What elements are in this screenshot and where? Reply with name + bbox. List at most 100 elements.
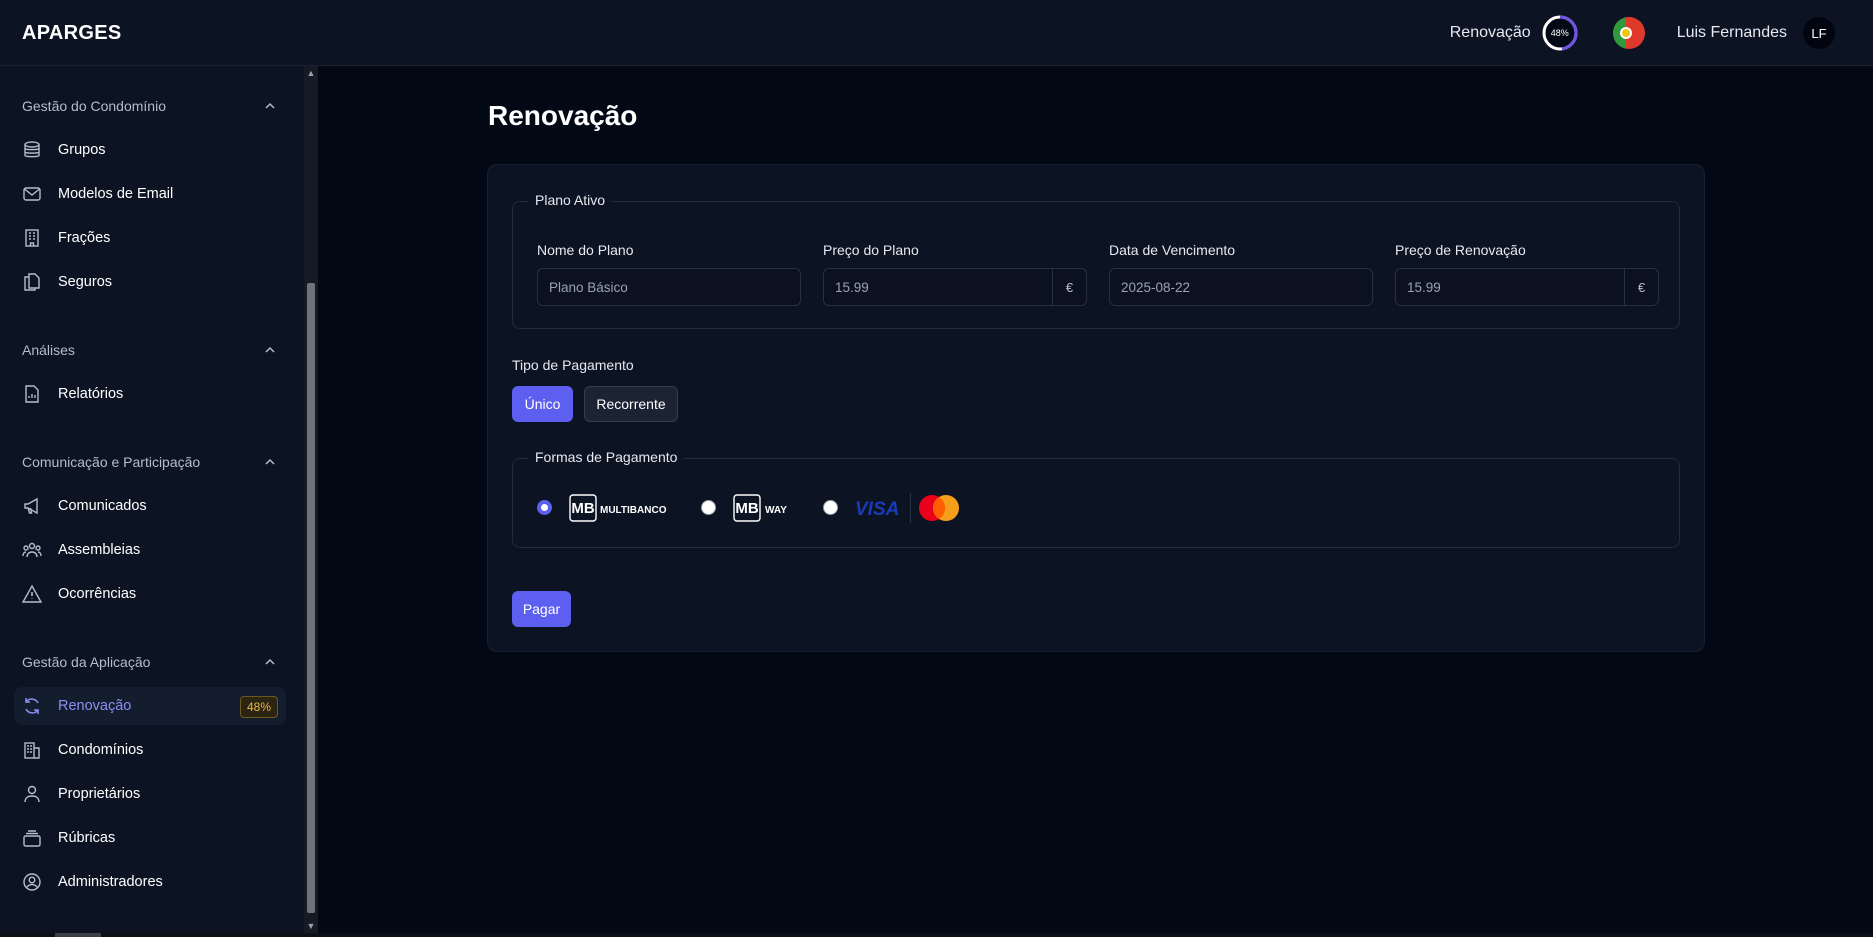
section-gestao-aplicacao[interactable]: Gestão da Aplicação [22, 654, 276, 670]
page-title: Renovação [488, 100, 638, 131]
visa-logo-icon[interactable]: VISA [853, 493, 901, 523]
pay-button[interactable]: Pagar [512, 591, 571, 627]
multibanco-text: MULTIBANCO [600, 505, 667, 516]
mbway-logo-icon[interactable]: MB WAY [733, 494, 793, 522]
portugal-flag-icon[interactable] [1612, 17, 1645, 49]
mbway-mark: MB [735, 500, 758, 517]
report-icon [25, 385, 39, 403]
currency-suffix: € [1624, 269, 1658, 305]
active-plan-legend: Plano Ativo [529, 192, 612, 208]
sidebar-item-fracoes[interactable]: Frações [14, 219, 286, 257]
payment-method-mbway-radio[interactable] [701, 500, 716, 515]
sidebar-item-renovacao[interactable]: Renovação 48% [14, 687, 286, 725]
documents-icon [24, 273, 40, 291]
sidebar-item-label: Administradores [58, 874, 163, 890]
sidebar-item-label: Rúbricas [58, 830, 116, 846]
brand-logo[interactable]: APARGES [22, 22, 122, 45]
mail-icon [23, 187, 41, 201]
due-date-label: Data de Vencimento [1109, 242, 1236, 258]
sidebar-item-label: Grupos [58, 142, 106, 158]
section-comunicacao[interactable]: Comunicação e Participação [22, 454, 276, 470]
warning-icon [22, 584, 42, 603]
sidebar-item-label: Relatórios [58, 386, 124, 402]
payment-method-multibanco-radio[interactable] [537, 500, 552, 515]
renewal-label[interactable]: Renovação [1450, 24, 1531, 42]
top-right-area: Renovação 48% Luis Fernandes LF [1450, 13, 1835, 53]
chevron-up-icon [265, 346, 275, 353]
renewal-card: Plano Ativo Nome do Plano Plano Básico P… [487, 164, 1705, 652]
section-title: Análises [22, 342, 75, 358]
sidebar-item-rubricas[interactable]: Rúbricas [14, 819, 286, 857]
payment-type-unico-button[interactable]: Único [512, 386, 573, 422]
sidebar: Gestão do Condomínio Grupos Modelos de E… [0, 66, 304, 937]
plan-price-value: 15.99 [835, 279, 869, 295]
logo-divider [910, 493, 911, 523]
payment-type-label: Tipo de Pagamento [512, 357, 634, 373]
plan-name-field[interactable]: Plano Básico [537, 268, 801, 306]
payment-methods-legend: Formas de Pagamento [529, 449, 684, 465]
sidebar-item-seguros[interactable]: Seguros [14, 263, 286, 301]
plan-name-value: Plano Básico [549, 279, 628, 295]
section-analises[interactable]: Análises [22, 342, 276, 358]
plan-price-field[interactable]: 15.99 € [823, 268, 1087, 306]
visa-text: VISA [855, 499, 899, 520]
user-icon [24, 785, 40, 803]
sidebar-item-label: Proprietários [58, 786, 141, 802]
scroll-down-arrow-icon[interactable]: ▼ [305, 920, 317, 932]
refresh-icon [25, 698, 39, 714]
section-title: Gestão do Condomínio [22, 98, 166, 114]
sidebar-item-label: Renovação [58, 698, 132, 714]
sidebar-item-condominios[interactable]: Condomínios [14, 731, 286, 769]
sidebar-item-label: Frações [58, 230, 111, 246]
sidebar-item-grupos[interactable]: Grupos [14, 131, 286, 169]
scroll-up-arrow-icon[interactable]: ▲ [305, 67, 317, 79]
sidebar-item-label: Assembleias [58, 542, 141, 558]
people-icon [22, 542, 42, 558]
sidebar-item-label: Condomínios [58, 742, 144, 758]
payment-method-card-radio[interactable] [823, 500, 838, 515]
chevron-up-icon [265, 658, 275, 665]
mastercard-logo-icon[interactable] [915, 493, 963, 523]
megaphone-icon [24, 497, 38, 515]
mbway-text: WAY [765, 505, 787, 516]
horizontal-scrollbar[interactable] [0, 933, 1873, 937]
active-plan-fieldset: Plano Ativo Nome do Plano Plano Básico P… [512, 192, 1680, 329]
renewal-progress-ring[interactable]: 48% [1541, 14, 1579, 52]
renewal-progress-text: 48% [1550, 28, 1569, 38]
due-date-field[interactable]: 2025-08-22 [1109, 268, 1373, 306]
sidebar-item-proprietarios[interactable]: Proprietários [14, 775, 286, 813]
renewal-price-value: 15.99 [1407, 279, 1441, 295]
renewal-price-field[interactable]: 15.99 € [1395, 268, 1659, 306]
sidebar-scrollbar-thumb[interactable] [307, 283, 315, 913]
sidebar-item-ocorrencias[interactable]: Ocorrências [14, 575, 286, 613]
avatar[interactable]: LF [1803, 17, 1835, 49]
payment-type-recorrente-button[interactable]: Recorrente [584, 386, 678, 422]
chevron-up-icon [265, 102, 275, 109]
sidebar-item-administradores[interactable]: Administradores [14, 863, 286, 901]
plan-name-label: Nome do Plano [537, 242, 634, 258]
renewal-price-label: Preço de Renovação [1395, 242, 1526, 258]
sidebar-item-comunicados[interactable]: Comunicados [14, 487, 286, 525]
office-building-icon [24, 742, 40, 759]
multibanco-mark: MB [571, 500, 594, 517]
top-bar: APARGES Renovação 48% Luis Fernandes LF [0, 0, 1873, 66]
currency-suffix: € [1052, 269, 1086, 305]
user-circle-icon [23, 873, 41, 891]
stack-icon [23, 830, 41, 847]
sidebar-item-relatorios[interactable]: Relatórios [14, 375, 286, 413]
sidebar-item-assembleias[interactable]: Assembleias [14, 531, 286, 569]
section-title: Comunicação e Participação [22, 454, 201, 470]
multibanco-logo-icon[interactable]: MB MULTIBANCO [569, 494, 669, 522]
sidebar-item-label: Modelos de Email [58, 186, 174, 202]
due-date-value: 2025-08-22 [1121, 279, 1191, 295]
sidebar-item-modelos-email[interactable]: Modelos de Email [14, 175, 286, 213]
section-gestao-condominio[interactable]: Gestão do Condomínio [22, 98, 276, 114]
horizontal-scrollbar-thumb[interactable] [55, 933, 101, 937]
status-badge: 48% [239, 696, 278, 718]
sidebar-item-label: Seguros [58, 274, 113, 290]
sidebar-item-label: Comunicados [58, 498, 147, 514]
sidebar-item-label: Ocorrências [58, 586, 137, 602]
user-name[interactable]: Luis Fernandes [1677, 24, 1787, 42]
plan-price-label: Preço do Plano [823, 242, 919, 258]
chevron-up-icon [265, 458, 275, 465]
